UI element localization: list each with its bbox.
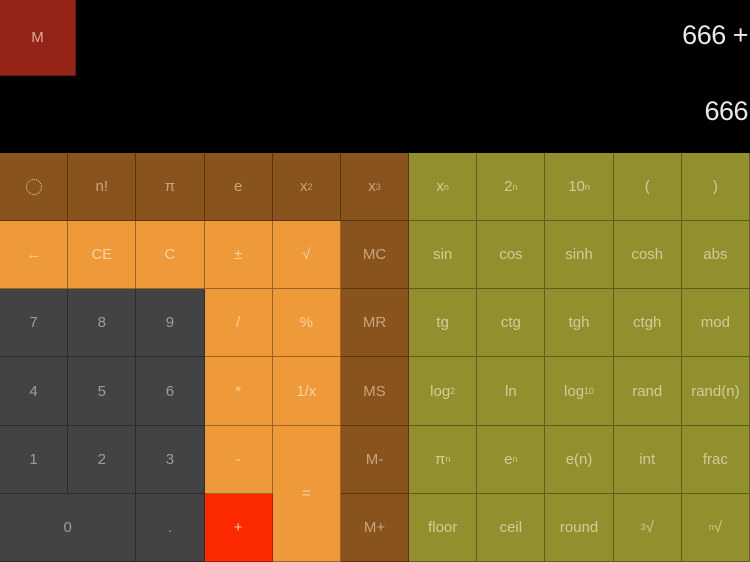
- digit-3-button[interactable]: 3: [136, 425, 205, 494]
- e-pow-n-button[interactable]: en: [477, 425, 546, 494]
- tg-button[interactable]: tg: [409, 289, 478, 358]
- digit-0-button[interactable]: 0: [0, 493, 137, 562]
- digit-7-button[interactable]: 7: [0, 289, 69, 358]
- display-panel: M 666 + 666: [0, 0, 750, 153]
- ln-button[interactable]: ln: [477, 357, 546, 426]
- close-paren-button[interactable]: ): [681, 153, 750, 222]
- plus-minus-button[interactable]: ±: [204, 221, 273, 290]
- mod-button[interactable]: mod: [681, 289, 750, 358]
- divide-button[interactable]: /: [204, 289, 273, 358]
- memory-indicator: M: [0, 0, 76, 76]
- plus-button[interactable]: +: [204, 493, 273, 562]
- clear-button[interactable]: C: [136, 221, 205, 290]
- cube-root-button[interactable]: 3 √: [613, 493, 682, 562]
- log10-button[interactable]: log 10: [545, 357, 614, 426]
- memory-plus-button[interactable]: M+: [340, 493, 410, 562]
- factorial-button[interactable]: n!: [68, 153, 137, 222]
- ctg-button[interactable]: ctg: [477, 289, 546, 358]
- digit-2-button[interactable]: 2: [68, 425, 137, 494]
- keypad: n! π e x2 x3 xn 2n 10 n ( ) ← CE C ± √ MC…: [0, 153, 750, 562]
- minus-button[interactable]: -: [204, 425, 273, 494]
- memory-store-button[interactable]: MS: [340, 357, 410, 426]
- equals-button[interactable]: =: [272, 425, 341, 562]
- ctgh-button[interactable]: ctgh: [613, 289, 682, 358]
- percent-button[interactable]: %: [272, 289, 341, 358]
- pi-button[interactable]: π: [136, 153, 205, 222]
- digit-1-button[interactable]: 1: [0, 425, 69, 494]
- settings-button[interactable]: [0, 153, 69, 222]
- ceil-button[interactable]: ceil: [477, 493, 546, 562]
- e-button[interactable]: e: [204, 153, 273, 222]
- digit-5-button[interactable]: 5: [68, 357, 137, 426]
- cosh-button[interactable]: cosh: [613, 221, 682, 290]
- result-display: 666: [704, 96, 748, 126]
- x-pow-n-button[interactable]: xn: [409, 153, 478, 222]
- settings-circle-icon: [25, 178, 42, 195]
- digit-4-button[interactable]: 4: [0, 357, 69, 426]
- floor-button[interactable]: floor: [409, 493, 478, 562]
- digit-6-button[interactable]: 6: [136, 357, 205, 426]
- e-n-button[interactable]: e(n): [545, 425, 614, 494]
- digit-8-button[interactable]: 8: [68, 289, 137, 358]
- sqrt-button[interactable]: √: [272, 221, 341, 290]
- nth-root-button[interactable]: n √: [681, 493, 750, 562]
- pi-pow-n-button[interactable]: πn: [409, 425, 478, 494]
- x-squared-button[interactable]: x2: [272, 153, 341, 222]
- cos-button[interactable]: cos: [477, 221, 546, 290]
- ten-pow-n-button[interactable]: 10 n: [545, 153, 614, 222]
- decimal-button[interactable]: .: [136, 493, 205, 562]
- open-paren-button[interactable]: (: [613, 153, 682, 222]
- memory-clear-button[interactable]: MC: [340, 221, 410, 290]
- multiply-button[interactable]: *: [204, 357, 273, 426]
- abs-button[interactable]: abs: [681, 221, 750, 290]
- rand-n-button[interactable]: rand(n): [681, 357, 750, 426]
- clear-entry-button[interactable]: CE: [68, 221, 137, 290]
- memory-minus-button[interactable]: M-: [340, 425, 410, 494]
- frac-button[interactable]: frac: [681, 425, 750, 494]
- x-cubed-button[interactable]: x3: [340, 153, 410, 222]
- sin-button[interactable]: sin: [409, 221, 478, 290]
- tgh-button[interactable]: tgh: [545, 289, 614, 358]
- arrow-left-icon: ←: [26, 246, 42, 264]
- expression-display: 666 +: [682, 20, 748, 50]
- two-pow-n-button[interactable]: 2n: [477, 153, 546, 222]
- rand-button[interactable]: rand: [613, 357, 682, 426]
- digit-9-button[interactable]: 9: [136, 289, 205, 358]
- int-button[interactable]: int: [613, 425, 682, 494]
- reciprocal-button[interactable]: 1/x: [272, 357, 341, 426]
- memory-recall-button[interactable]: MR: [340, 289, 410, 358]
- sinh-button[interactable]: sinh: [545, 221, 614, 290]
- backspace-button[interactable]: ←: [0, 221, 69, 290]
- log2-button[interactable]: log 2: [409, 357, 478, 426]
- round-button[interactable]: round: [545, 493, 614, 562]
